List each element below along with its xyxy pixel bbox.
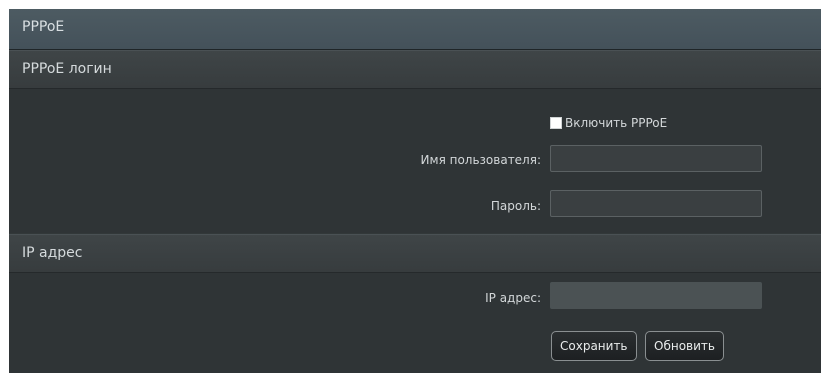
enable-pppoe-label[interactable]: Включить PPPoE [565,116,667,130]
section-header-pppoe-login: PPPoE логин [9,50,821,89]
ip-address-input [550,282,762,309]
panel-title: PPPoE [22,19,65,35]
panel-header: PPPoE [9,9,821,50]
pppoe-settings-panel: PPPoE PPPoE логин Включить PPPoE Имя пол… [9,9,821,373]
section-title-ip-address: IP адрес [22,245,83,261]
section-header-ip-address: IP адрес [9,234,821,273]
enable-pppoe-checkbox[interactable] [550,117,562,129]
username-input[interactable] [550,145,762,172]
ip-address-label: IP адрес: [485,291,541,305]
refresh-button[interactable]: Обновить [645,331,724,361]
password-label: Пароль: [490,199,541,213]
username-label: Имя пользователя: [420,153,541,167]
save-button[interactable]: Сохранить [551,331,637,361]
password-input[interactable] [550,190,762,217]
section-title-pppoe-login: PPPoE логин [22,61,112,77]
